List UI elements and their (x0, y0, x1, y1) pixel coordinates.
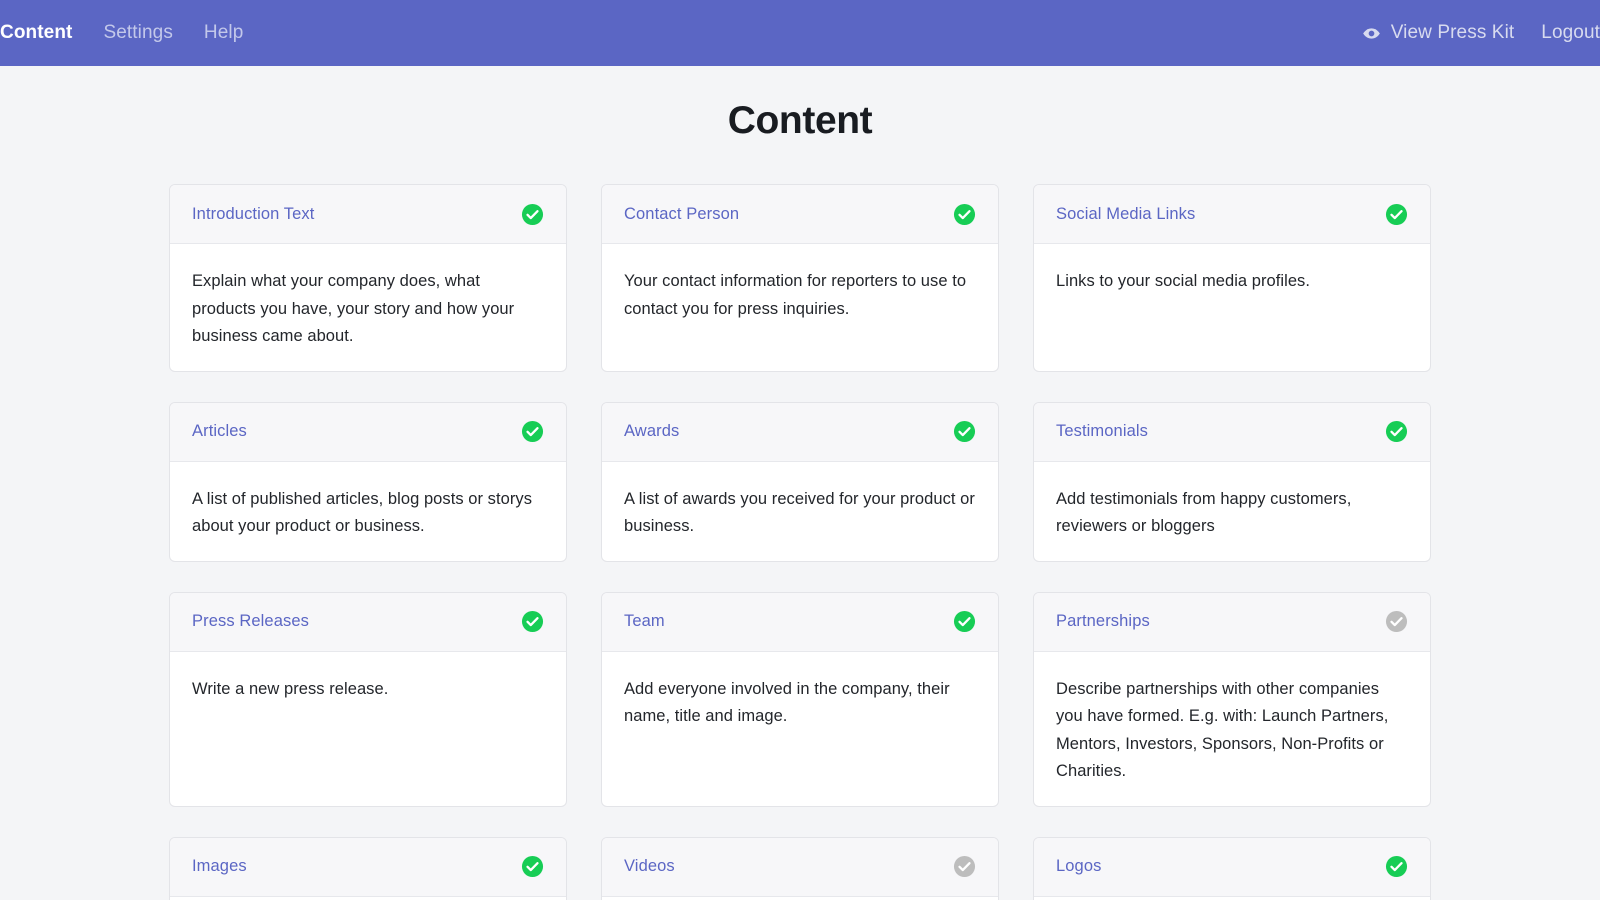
content-card-introduction-text[interactable]: Introduction Text Explain what your comp… (169, 184, 567, 372)
nav-item-content[interactable]: Content (0, 22, 72, 44)
card-body: Add testimonials from happy customers, r… (1034, 462, 1430, 561)
content-card-images[interactable]: Images (169, 836, 567, 900)
status-badge-complete-icon (953, 420, 976, 443)
status-badge-complete-icon (1385, 203, 1408, 226)
status-badge-complete-icon (521, 855, 544, 878)
nav-left-links: Content Settings Help (0, 22, 243, 44)
card-header: Social Media Links (1034, 185, 1430, 244)
card-header: Testimonials (1034, 402, 1430, 462)
status-badge-complete-icon (1385, 855, 1408, 878)
card-title: Testimonials (1056, 422, 1148, 440)
card-description: A list of awards you received for your p… (624, 489, 975, 536)
content-card-logos[interactable]: Logos (1033, 836, 1431, 900)
content-card-awards[interactable]: Awards A list of awards you received for… (601, 401, 999, 562)
card-description: Links to your social media profiles. (1056, 272, 1310, 290)
card-title: Awards (624, 422, 680, 440)
card-body (602, 897, 998, 900)
top-navigation-bar: Content Settings Help View Press Kit Log… (0, 0, 1600, 66)
card-title: Logos (1056, 857, 1102, 875)
card-title: Social Media Links (1056, 204, 1196, 223)
card-body: Write a new press release. (170, 652, 566, 806)
card-title: Videos (624, 857, 675, 875)
content-card-grid: Introduction Text Explain what your comp… (169, 184, 1431, 900)
card-body: A list of awards you received for your p… (602, 462, 998, 561)
card-header: Partnerships (1034, 592, 1430, 652)
content-card-videos[interactable]: Videos (601, 836, 999, 900)
card-body: Add everyone involved in the company, th… (602, 652, 998, 806)
status-badge-complete-icon (953, 610, 976, 633)
card-description: Add everyone involved in the company, th… (624, 679, 950, 726)
status-badge-complete-icon (521, 610, 544, 633)
card-description: Add testimonials from happy customers, r… (1056, 489, 1352, 536)
card-title: Images (192, 857, 247, 875)
card-title: Introduction Text (192, 204, 315, 223)
status-badge-complete-icon (521, 203, 544, 226)
card-description: Your contact information for reporters t… (624, 272, 967, 318)
card-description: Describe partnerships with other compani… (1056, 679, 1389, 781)
card-title: Team (624, 612, 665, 630)
card-header: Articles (170, 402, 566, 462)
page-title: Content (727, 99, 873, 142)
logout-button[interactable]: Logout (1541, 22, 1600, 44)
card-description: Write a new press release. (192, 679, 389, 698)
status-badge-incomplete-icon (953, 855, 976, 878)
content-card-press-releases[interactable]: Press Releases Write a new press release… (169, 591, 567, 807)
content-card-social-media-links[interactable]: Social Media Links Links to your social … (1033, 184, 1431, 372)
card-header: Introduction Text (170, 185, 566, 244)
card-body: Explain what your company does, what pro… (170, 244, 566, 371)
view-press-kit-label: View Press Kit (1390, 22, 1515, 43)
card-body: Describe partnerships with other compani… (1034, 652, 1430, 806)
card-header: Videos (602, 837, 998, 897)
nav-right-links: View Press Kit Logout (1362, 22, 1600, 44)
eye-icon (1362, 24, 1381, 43)
content-card-contact-person[interactable]: Contact Person Your contact information … (601, 184, 999, 372)
card-title: Articles (192, 422, 247, 440)
card-header: Contact Person (602, 185, 998, 244)
content-card-articles[interactable]: Articles A list of published articles, b… (169, 401, 567, 562)
content-card-team[interactable]: Team Add everyone involved in the compan… (601, 591, 999, 807)
card-header: Logos (1034, 837, 1430, 897)
card-header: Images (170, 837, 566, 897)
card-body (1034, 897, 1430, 900)
status-badge-complete-icon (1385, 420, 1408, 443)
nav-item-help[interactable]: Help (204, 22, 243, 44)
view-press-kit-button[interactable]: View Press Kit (1362, 22, 1515, 44)
card-description: A list of published articles, blog posts… (192, 489, 532, 536)
status-badge-complete-icon (953, 203, 976, 226)
card-header: Team (602, 592, 998, 652)
card-header: Awards (602, 402, 998, 462)
status-badge-incomplete-icon (1385, 610, 1408, 633)
card-description: Explain what your company does, what pro… (192, 272, 515, 345)
card-header: Press Releases (170, 592, 566, 652)
content-card-testimonials[interactable]: Testimonials Add testimonials from happy… (1033, 401, 1431, 562)
card-body: Links to your social media profiles. (1034, 244, 1430, 371)
content-card-partnerships[interactable]: Partnerships Describe partnerships with … (1033, 591, 1431, 807)
status-badge-complete-icon (521, 420, 544, 443)
card-body: Your contact information for reporters t… (602, 244, 998, 371)
card-body: A list of published articles, blog posts… (170, 462, 566, 561)
nav-item-settings[interactable]: Settings (103, 22, 172, 44)
card-title: Partnerships (1056, 612, 1150, 630)
card-title: Press Releases (192, 612, 309, 630)
card-body (170, 897, 566, 900)
card-title: Contact Person (624, 204, 740, 223)
